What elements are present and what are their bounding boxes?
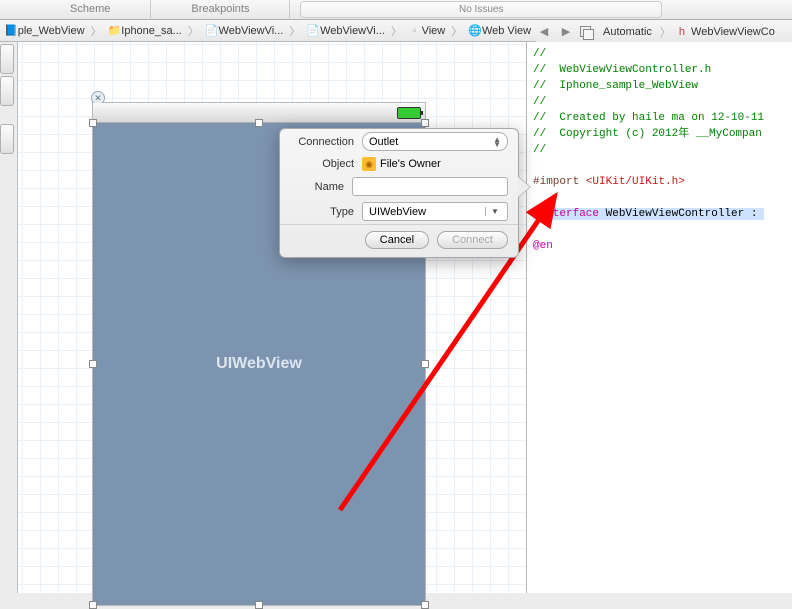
path-item[interactable]: 📘 ple_WebView <box>0 24 89 37</box>
label-name: Name <box>290 181 344 193</box>
label-type: Type <box>290 206 354 218</box>
code-comment: // <box>533 96 546 108</box>
connection-select[interactable]: Outlet ▲▼ <box>362 132 508 151</box>
selection-handle[interactable] <box>89 119 97 127</box>
uiwebview-label: UIWebView <box>216 355 302 373</box>
selection-handle[interactable] <box>421 119 429 127</box>
path-label: Web View <box>482 25 531 37</box>
left-sidebar <box>0 42 18 593</box>
updown-icon: ▲▼ <box>493 137 501 147</box>
path-item[interactable]: 📄 WebViewVi... <box>302 24 389 37</box>
chevron-right-icon: 〉 <box>186 23 201 39</box>
connection-popover: Connection Outlet ▲▼ Object ◉ File's Own… <box>279 128 519 258</box>
selection-handle[interactable] <box>421 360 429 368</box>
chevron-right-icon: 〉 <box>389 23 404 39</box>
object-value: File's Owner <box>380 158 441 170</box>
cancel-button[interactable]: Cancel <box>365 231 429 249</box>
path-item[interactable]: ▫️ View <box>404 24 449 37</box>
code-comment: // WebViewViewController.h <box>533 64 711 76</box>
xib-icon: 📄 <box>205 24 219 37</box>
selection-handle[interactable] <box>255 601 263 609</box>
sidebar-stub[interactable] <box>0 76 14 106</box>
chevron-right-icon: 〉 <box>658 24 673 40</box>
view-icon: ▫️ <box>408 24 422 37</box>
code-text: WebViewViewController : <box>599 208 764 220</box>
path-label: View <box>422 25 446 37</box>
tab-scheme[interactable]: Scheme <box>0 0 151 19</box>
assistant-mode[interactable]: Automatic <box>603 26 652 38</box>
folder-icon: 📁 <box>108 24 122 37</box>
type-value: UIWebView <box>369 206 426 218</box>
path-label: Iphone_sa... <box>121 25 182 37</box>
chevron-right-icon: 〉 <box>287 23 302 39</box>
selection-handle[interactable] <box>255 119 263 127</box>
forward-icon[interactable]: ▶ <box>558 25 574 39</box>
chevron-right-icon: 〉 <box>89 23 104 39</box>
webview-icon: 🌐 <box>468 24 482 37</box>
interface-builder-canvas[interactable]: ✕ UIWebView <box>18 42 527 593</box>
tab-breakpoints[interactable]: Breakpoints <box>151 0 290 19</box>
rectangles-icon[interactable] <box>580 26 591 37</box>
code-comment: // <box>533 144 546 156</box>
label-object: Object <box>290 158 354 170</box>
code-string: <UIKit/UIKit.h> <box>586 176 685 188</box>
selection-handle[interactable] <box>421 601 429 609</box>
label-connection: Connection <box>290 136 354 148</box>
main-area: ✕ UIWebView // // WebViewViewController.… <box>0 42 792 593</box>
path-label: WebViewVi... <box>219 25 284 37</box>
battery-icon <box>397 107 421 119</box>
selection-handle[interactable] <box>89 601 97 609</box>
selection-handle[interactable] <box>89 360 97 368</box>
code-keyword: @en <box>533 240 553 252</box>
code-comment: // Iphone_sample_WebView <box>533 80 698 92</box>
code-directive: #import <box>533 176 586 188</box>
code-comment: // Copyright (c) 2012年 __MyCompan <box>533 128 762 140</box>
header-icon: h <box>679 26 685 38</box>
issues-status: No Issues <box>300 1 662 18</box>
path-label: ple_WebView <box>18 25 85 37</box>
name-input[interactable] <box>352 177 508 196</box>
sidebar-stub[interactable] <box>0 124 14 154</box>
path-item[interactable]: 🌐 Web View <box>464 24 535 37</box>
code-comment: // Created by haile ma on 12-10-11 <box>533 112 764 124</box>
path-item[interactable]: 📁 Iphone_sa... <box>104 24 186 37</box>
code-comment: // <box>533 48 546 60</box>
type-combo[interactable]: UIWebView ▼ <box>362 202 508 221</box>
code-editor[interactable]: // // WebViewViewController.h // Iphone_… <box>527 42 792 593</box>
files-owner-icon: ◉ <box>362 157 376 171</box>
dropdown-icon[interactable]: ▼ <box>485 207 501 216</box>
xib-icon: 📄 <box>306 24 320 37</box>
code-keyword: @interface <box>533 208 599 220</box>
chevron-right-icon: 〉 <box>449 23 464 39</box>
assistant-file[interactable]: WebViewViewCo <box>691 26 775 38</box>
path-label: WebViewVi... <box>320 25 385 37</box>
sidebar-stub[interactable] <box>0 44 14 74</box>
project-icon: 📘 <box>4 24 18 37</box>
connect-button[interactable]: Connect <box>437 231 508 249</box>
path-item[interactable]: 📄 WebViewVi... <box>201 24 288 37</box>
connection-value: Outlet <box>369 136 398 148</box>
path-bar: 📘 ple_WebView 〉 📁 Iphone_sa... 〉 📄 WebVi… <box>0 20 792 42</box>
back-icon[interactable]: ◀ <box>536 25 552 39</box>
top-tabs: Scheme Breakpoints No Issues <box>0 0 792 20</box>
